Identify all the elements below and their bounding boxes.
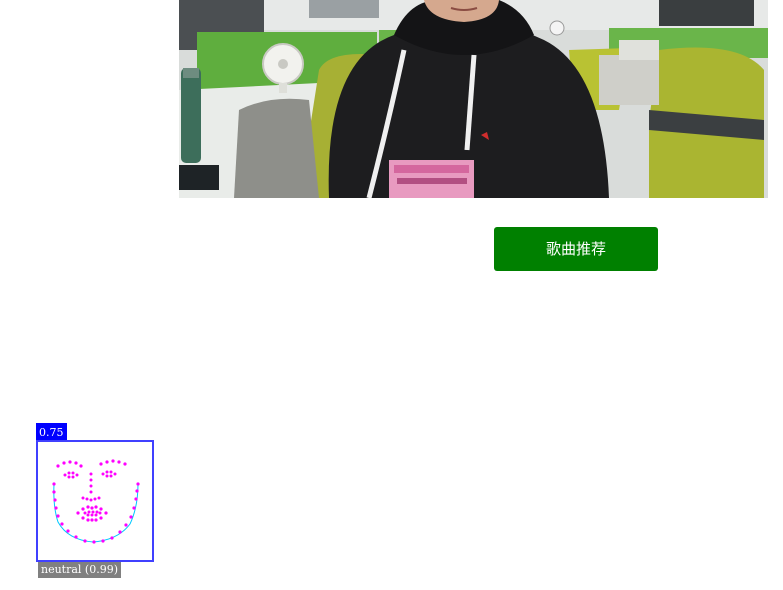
page: 歌曲推荐 0.75 neutral (0.99) xyxy=(0,0,783,590)
face-bounding-box xyxy=(36,440,154,562)
face-landmarks-icon xyxy=(52,459,140,544)
song-recommend-button[interactable]: 歌曲推荐 xyxy=(494,227,658,271)
webcam-video-feed xyxy=(179,0,768,198)
webcam-frame-image xyxy=(179,0,768,198)
detection-score-label: 0.75 xyxy=(36,423,67,440)
face-detection-overlay: 0.75 neutral (0.99) xyxy=(36,423,156,583)
expression-label: neutral (0.99) xyxy=(38,562,122,578)
